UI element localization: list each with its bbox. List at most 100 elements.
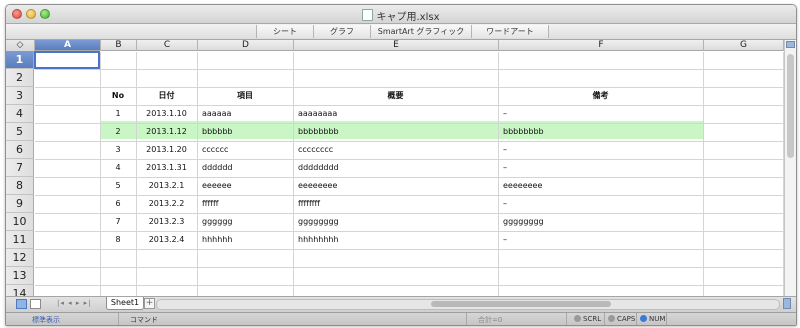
cell-no[interactable]: 7 [101, 213, 135, 231]
cell-summary[interactable]: dddddddd [298, 159, 497, 177]
horizontal-scrollbar[interactable] [156, 299, 780, 310]
cell-summary[interactable]: bbbbbbbb [298, 123, 497, 141]
status-divider [666, 313, 667, 325]
cell-notes[interactable]: – [503, 105, 702, 123]
tab-chart[interactable]: グラフ [313, 25, 371, 38]
add-sheet-button[interactable]: + [144, 298, 155, 309]
cell-no[interactable]: 1 [101, 105, 135, 123]
cell-date[interactable]: 2013.1.20 [137, 141, 196, 159]
cell-summary[interactable]: aaaaaaaa [298, 105, 497, 123]
tab-wordart[interactable]: ワードアート [471, 25, 549, 38]
cell-notes[interactable]: gggggggg [503, 213, 702, 231]
page-layout-view-button[interactable] [30, 299, 41, 309]
row-header-3[interactable]: 3 [6, 87, 34, 105]
column-header-e[interactable]: E [294, 40, 499, 51]
cell-summary[interactable]: cccccccc [298, 141, 497, 159]
cell-item[interactable]: gggggg [202, 213, 292, 231]
cell-item[interactable]: hhhhhh [202, 231, 292, 249]
cell-item[interactable]: cccccc [202, 141, 292, 159]
cell-notes[interactable]: bbbbbbbb [503, 123, 702, 141]
num-lock-indicator: NUM [640, 315, 665, 323]
cell-date[interactable]: 2013.1.10 [137, 105, 196, 123]
row-header-6[interactable]: 6 [6, 141, 34, 159]
status-divider [566, 313, 567, 325]
scroll-lock-label: SCRL [583, 315, 602, 323]
cell-no[interactable]: 6 [101, 195, 135, 213]
mode-indicator: コマンド [130, 316, 158, 324]
cell-no[interactable]: 8 [101, 231, 135, 249]
cell-date[interactable]: 2013.1.31 [137, 159, 196, 177]
cell-date[interactable]: 2013.2.3 [137, 213, 196, 231]
cell-date[interactable]: 2013.2.4 [137, 231, 196, 249]
horizontal-scroll-thumb[interactable] [431, 301, 611, 307]
row-header-11[interactable]: 11 [6, 231, 34, 249]
cell-item[interactable]: ffffff [202, 195, 292, 213]
column-header-g[interactable]: G [704, 40, 784, 51]
cell-no[interactable]: 4 [101, 159, 135, 177]
column-header-b[interactable]: B [101, 40, 137, 51]
cell-notes[interactable]: – [503, 141, 702, 159]
split-box-vertical[interactable] [786, 41, 795, 48]
column-header-d[interactable]: D [198, 40, 294, 51]
row-header-13[interactable]: 13 [6, 267, 34, 285]
tab-smartart[interactable]: SmartArt グラフィック [370, 25, 472, 38]
cell-summary[interactable]: hhhhhhhh [298, 231, 497, 249]
header-cell-item[interactable]: 項目 [198, 87, 292, 105]
spreadsheet-grid[interactable]: ◇ A B C D E F G 1 2 3 4 5 6 7 8 9 10 11 12 13 14 No 日付… [6, 40, 784, 296]
vertical-scrollbar[interactable] [784, 40, 796, 296]
cell-notes[interactable]: eeeeeeee [503, 177, 702, 195]
row-header-4[interactable]: 4 [6, 105, 34, 123]
column-header-f[interactable]: F [499, 40, 704, 51]
grid-row-line [35, 69, 784, 70]
row-header-8[interactable]: 8 [6, 177, 34, 195]
cell-no[interactable]: 3 [101, 141, 135, 159]
cell-item[interactable]: bbbbbb [202, 123, 292, 141]
sheet-tab-sheet1[interactable]: Sheet1 [106, 297, 144, 310]
cell-date[interactable]: 2013.1.12 [137, 123, 196, 141]
cell-date[interactable]: 2013.2.2 [137, 195, 196, 213]
cell-notes[interactable]: – [503, 231, 702, 249]
normal-view-button[interactable] [16, 299, 27, 309]
header-cell-notes[interactable]: 備考 [499, 87, 702, 105]
row-header-1[interactable]: 1 [6, 51, 34, 69]
vertical-scroll-thumb[interactable] [787, 54, 794, 158]
tab-sheet[interactable]: シート [256, 25, 314, 38]
split-box-horizontal[interactable] [783, 298, 791, 309]
column-header-c[interactable]: C [137, 40, 198, 51]
cell-summary[interactable]: eeeeeeee [298, 177, 497, 195]
cell-no[interactable]: 2 [101, 123, 135, 141]
row-header-14[interactable]: 14 [6, 285, 34, 296]
selected-cell-a1[interactable] [34, 51, 100, 69]
cell-summary[interactable]: ffffffff [298, 195, 497, 213]
header-cell-no[interactable]: No [101, 87, 135, 105]
num-lock-led-icon [640, 315, 647, 322]
cell-summary[interactable]: gggggggg [298, 213, 497, 231]
sheet-tab-bar: |◂ ◂ ▸ ▸| Sheet1 + [6, 296, 796, 312]
row-header-5[interactable]: 5 [6, 123, 34, 141]
window-title: キャプ用.xlsx [6, 8, 796, 23]
grid-column-line [703, 52, 704, 296]
header-cell-summary[interactable]: 概要 [294, 87, 497, 105]
row-header-9[interactable]: 9 [6, 195, 34, 213]
grid-row-line [35, 267, 784, 268]
row-header-2[interactable]: 2 [6, 69, 34, 87]
document-icon [362, 9, 374, 21]
sheet-navigation-arrows[interactable]: |◂ ◂ ▸ ▸| [57, 299, 91, 307]
title-bar: キャプ用.xlsx [6, 5, 796, 24]
cell-date[interactable]: 2013.2.1 [137, 177, 196, 195]
cell-item[interactable]: eeeeee [202, 177, 292, 195]
cell-notes[interactable]: – [503, 159, 702, 177]
caps-lock-led-icon [608, 315, 615, 322]
cell-no[interactable]: 5 [101, 177, 135, 195]
ribbon-tab-bar: シート グラフ SmartArt グラフィック ワードアート [6, 24, 796, 40]
column-header-a[interactable]: A [35, 40, 101, 51]
header-cell-date[interactable]: 日付 [137, 87, 196, 105]
row-header-12[interactable]: 12 [6, 249, 34, 267]
status-divider [604, 313, 605, 325]
cell-item[interactable]: aaaaaa [202, 105, 292, 123]
status-divider [636, 313, 637, 325]
cell-item[interactable]: dddddd [202, 159, 292, 177]
cell-notes[interactable]: – [503, 195, 702, 213]
row-header-10[interactable]: 10 [6, 213, 34, 231]
row-header-7[interactable]: 7 [6, 159, 34, 177]
